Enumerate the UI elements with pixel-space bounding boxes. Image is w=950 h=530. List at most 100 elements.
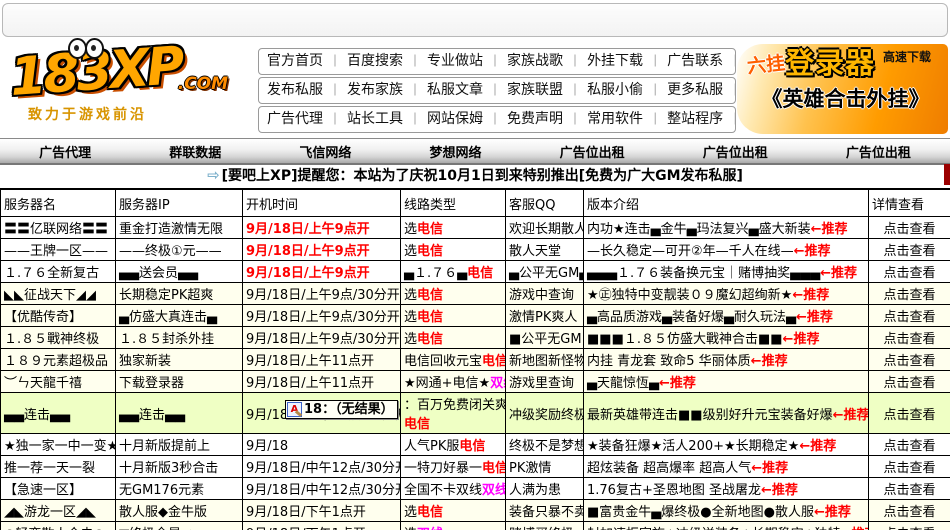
detail-view-link[interactable]: 点击查看 [869,327,950,349]
sponsor-link[interactable]: 广告代理 [39,142,91,161]
open-time-cell: 9月/18日/上午9点开 [243,239,401,261]
detail-view-link[interactable]: 点击查看 [869,261,950,283]
text-segment: ←推荐 [751,461,788,476]
server-name-link[interactable]: ▄▄连击▄▄ [1,393,116,434]
version-info-cell: 内挂 青龙套 致命5 华丽体质←推荐 [584,349,869,371]
nav-link[interactable]: 官方首页 [267,53,323,69]
server-name-link[interactable]: 【急速一区】 [1,478,116,500]
server-ip-cell: 重金打造激情无限 [116,217,243,239]
version-info-cell: 封加速拒家族+冲级送装备+长期稳定+独特←推荐 [584,522,869,530]
server-name-link[interactable]: ◣◣征战天下◢◢ [1,283,116,305]
table-header-row: 服务器名服务器IP开机时间线路类型客服QQ版本介绍详情查看 [1,189,950,217]
detail-view-link[interactable]: 点击查看 [869,305,950,327]
line-type-cell: 选电信 [401,239,506,261]
text-segment: ★网通+电信★ [404,376,490,391]
detail-view-link[interactable]: 点击查看 [869,478,950,500]
nav-link[interactable]: 广告联系 [667,53,723,69]
nav-link[interactable]: 私服文章 [427,82,483,98]
server-ip-cell: １.８５封杀外挂 [116,327,243,349]
detail-view-link[interactable]: 点击查看 [869,522,950,530]
detail-view-link[interactable]: 点击查看 [869,500,950,522]
text-segment: 内挂 青龙套 致命5 华丽体质 [587,354,751,369]
server-name-link[interactable]: ——王牌一区—— [1,239,116,261]
service-qq-cell: PK激情 [506,456,584,478]
detail-view-link[interactable]: 点击查看 [869,283,950,305]
server-ip-cell: ——终极①元—— [116,239,243,261]
server-name-link[interactable]: ︶ㄣ天龍千禧 [1,371,116,393]
sponsor-link[interactable]: 飞信网络 [299,142,351,161]
version-info-cell: 内功★连击▄金牛▄玛法复兴▄盛大新装←推荐 [584,217,869,239]
service-qq-cell: 人满为患 [506,478,584,500]
top-ad-banner[interactable] [2,3,948,37]
nav-link[interactable]: 更多私服 [667,82,723,98]
sponsor-link[interactable]: 广告位出租 [560,142,625,161]
text-segment: 电信 [417,332,443,347]
server-ip-cell: 下载登录器 [116,371,243,393]
nav-link[interactable]: 专业做站 [427,53,483,69]
nav-link[interactable]: 网站保姆 [427,111,483,127]
line-type-cell: ★网通+电信★双线 [401,371,506,393]
site-logo[interactable]: 183XP.COM 致力于游戏前沿 [10,42,255,138]
server-name-link[interactable]: ★独一家一中一变★ [1,434,116,456]
column-header: 详情查看 [869,189,950,217]
nav-link[interactable]: 发布私服 [267,82,323,98]
version-info-cell: ★㊣独特中变靓装０９魔幻超绚新★←推荐 [584,283,869,305]
sponsor-link[interactable]: 群联数据 [169,142,221,161]
text-segment: 9月/18日/上午11点开 [246,354,374,369]
server-name-link[interactable]: １８９元素超极品 [1,349,116,371]
server-name-link[interactable]: 【优酷传奇】 [1,305,116,327]
detail-view-link[interactable]: 点击查看 [869,349,950,371]
text-segment: ←推荐 [814,505,851,520]
text-segment: 9月/18日/上午9点/30分开 [246,310,400,325]
detail-view-link[interactable]: 点击查看 [869,393,950,434]
nav-link[interactable]: 发布家族 [347,82,403,98]
nav-separator: ｜ [489,112,501,126]
promo-subtitle-text: 《英雄合击外挂》 [747,83,944,113]
version-info-cell: ■■■１.８５仿盛大戰神合击■■←推荐 [584,327,869,349]
text-segment: —长久稳定—可开②年—千人在线— [587,244,794,259]
sponsor-link[interactable]: 广告位出租 [703,142,768,161]
server-name-link[interactable]: １.７６全新复古 [1,261,116,283]
service-qq-cell: 新地图新怪物 [506,349,584,371]
nav-link[interactable]: 百度搜索 [347,53,403,69]
detail-view-link[interactable]: 点击查看 [869,371,950,393]
server-name-link[interactable]: １.８５戰神终极 [1,327,116,349]
text-segment: ←推荐 [751,354,788,369]
text-segment: 9月/18日/上午9点开 [246,266,370,281]
text-segment: 电信回收元宝 [404,354,482,369]
page: 183XP.COM 致力于游戏前沿 官方首页｜百度搜索｜专业做站｜家族战歌｜外挂… [0,0,950,530]
detail-view-link[interactable]: 点击查看 [869,239,950,261]
nav-link[interactable]: 家族联盟 [507,82,563,98]
nav-separator: ｜ [729,54,736,68]
text-segment: 选 [404,288,417,303]
server-table-wrap: 服务器名服务器IP开机时间线路类型客服QQ版本介绍详情查看 〓〓亿联网络〓〓重金… [0,188,950,530]
detail-view-link[interactable]: 点击查看 [869,434,950,456]
promo-speed-text: 高速下载 [883,48,931,65]
nav-link[interactable]: 家族战歌 [507,53,563,69]
nav-link[interactable]: 整站程序 [667,111,723,127]
server-name-link[interactable]: ◢◣游龙一区◢◣ [1,500,116,522]
text-segment: 一特刀好暴一 [404,461,482,476]
nav-link[interactable]: 外挂下载 [587,53,643,69]
server-name-link[interactable]: 推一荐一天一裂 [1,456,116,478]
sponsor-link[interactable]: 广告位出租 [846,142,911,161]
nav-row-1: 官方首页｜百度搜索｜专业做站｜家族战歌｜外挂下载｜广告联系｜购买程序 [258,48,736,75]
service-qq-cell: 赌博买终极 [506,522,584,530]
server-name-link[interactable]: ●轻变散人合击● [1,522,116,530]
server-ip-cell: 散人服◆金牛版 [116,500,243,522]
sponsor-link[interactable]: 梦想网络 [429,142,481,161]
service-qq-cell: 欢迎长期散人 [506,217,584,239]
nav-link[interactable]: 私服小偷 [587,82,643,98]
line-type-cell: 选电信 [401,305,506,327]
text-segment: 9月/18 [246,439,288,454]
table-row: １.８５戰神终极１.８５封杀外挂9月/18日/上午9点/30分开选电信■公平无G… [1,327,950,349]
nav-link[interactable]: 免费声明 [507,111,563,127]
promo-banner[interactable]: 六挂 登录器 高速下载 《英雄合击外挂》 [737,44,948,134]
nav-link[interactable]: 广告代理 [267,111,323,127]
text-segment: ：百万免费闭关爽 [404,398,506,413]
server-name-link[interactable]: 〓〓亿联网络〓〓 [1,217,116,239]
nav-link[interactable]: 站长工具 [347,111,403,127]
nav-link[interactable]: 常用软件 [587,111,643,127]
detail-view-link[interactable]: 点击查看 [869,456,950,478]
detail-view-link[interactable]: 点击查看 [869,217,950,239]
